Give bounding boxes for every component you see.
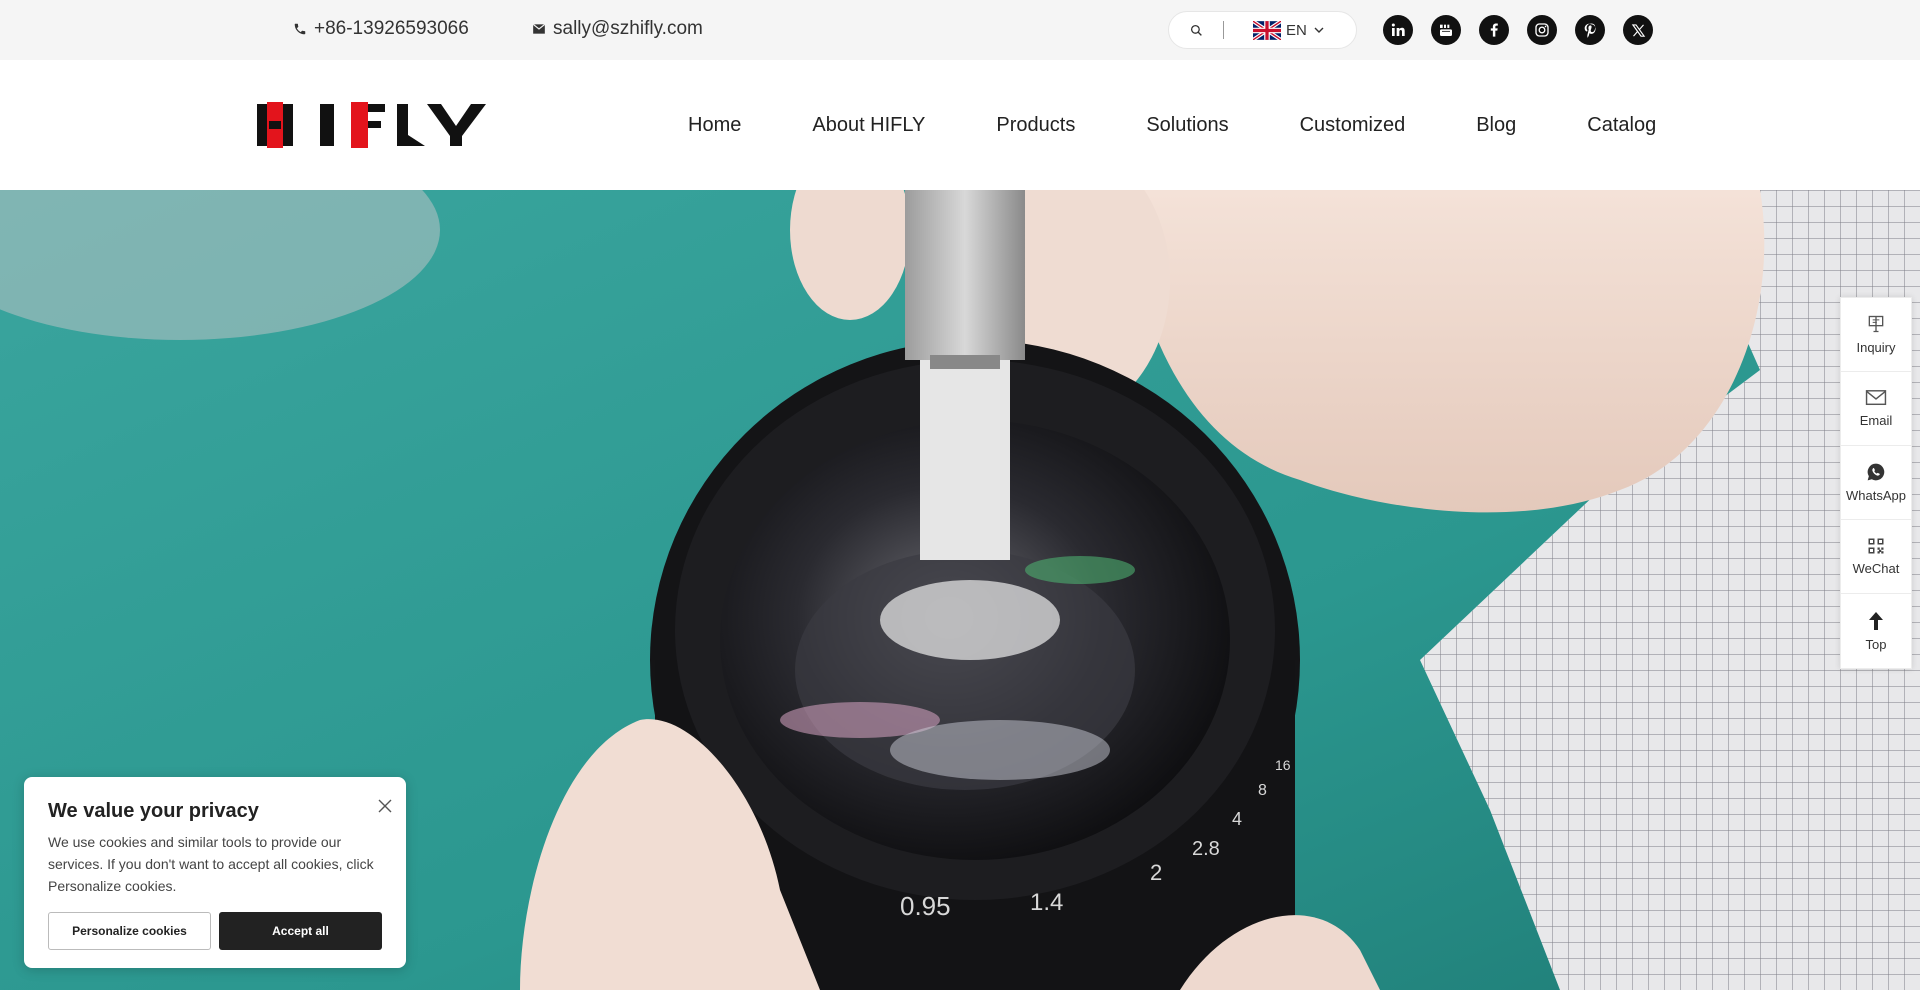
language-selector[interactable]: EN <box>1253 20 1324 40</box>
main-nav: Home About HIFLY Products Solutions Cust… <box>688 114 1656 137</box>
x-icon <box>1631 23 1645 37</box>
lens-marking: 2 <box>1150 860 1162 885</box>
uk-flag-icon <box>1253 20 1281 40</box>
whatsapp-icon <box>1867 463 1885 481</box>
search-language-box: EN <box>1168 11 1357 49</box>
top-bar: +86-13926593066 sally@szhifly.com EN <box>0 0 1920 60</box>
sidebar-label-whatsapp: WhatsApp <box>1846 488 1906 503</box>
lens-marking: 4 <box>1232 809 1242 829</box>
linkedin-icon <box>1391 23 1405 36</box>
lens-marking: 8 <box>1258 782 1267 799</box>
qrcode-icon <box>1868 538 1884 554</box>
search-icon <box>1190 24 1202 36</box>
x-link[interactable] <box>1623 15 1653 45</box>
sidebar-item-whatsapp[interactable]: WhatsApp <box>1841 446 1911 520</box>
sidebar-item-inquiry[interactable]: Inquiry <box>1841 298 1911 372</box>
email-address: sally@szhifly.com <box>553 18 703 39</box>
youtube-icon <box>1440 24 1452 36</box>
hifly-logo[interactable] <box>257 102 487 148</box>
instagram-link[interactable] <box>1527 15 1557 45</box>
sidebar-label-inquiry: Inquiry <box>1856 340 1896 355</box>
language-label: EN <box>1286 21 1307 39</box>
nav-solutions[interactable]: Solutions <box>1146 114 1228 137</box>
nav-blog[interactable]: Blog <box>1476 114 1516 137</box>
sidebar-item-wechat[interactable]: WeChat <box>1841 520 1911 594</box>
mail-icon <box>532 23 546 34</box>
facebook-link[interactable] <box>1479 15 1509 45</box>
sidebar-label-email: Email <box>1859 413 1893 428</box>
instagram-icon <box>1535 23 1549 37</box>
lens-marking: 2.8 <box>1192 838 1220 860</box>
social-links <box>1383 15 1653 45</box>
linkedin-link[interactable] <box>1383 15 1413 45</box>
nav-catalog[interactable]: Catalog <box>1587 114 1656 137</box>
close-icon[interactable] <box>376 797 394 815</box>
pinterest-link[interactable] <box>1575 15 1605 45</box>
nav-home[interactable]: Home <box>688 114 741 137</box>
chevron-down-icon <box>1314 27 1324 33</box>
arrow-up-icon <box>1869 611 1883 630</box>
phone-number: +86-13926593066 <box>314 18 469 39</box>
sidebar-label-wechat: WeChat <box>1852 561 1900 576</box>
cookie-description: We use cookies and similar tools to prov… <box>48 834 374 894</box>
nav-customized[interactable]: Customized <box>1300 114 1406 137</box>
inquiry-icon <box>1868 315 1884 333</box>
sidebar-item-email[interactable]: Email <box>1841 372 1911 446</box>
phone-contact[interactable]: +86-13926593066 <box>293 18 469 40</box>
divider <box>1223 21 1224 39</box>
cookie-consent-dialog: We value your privacy We use cookies and… <box>24 777 406 968</box>
youtube-link[interactable] <box>1431 15 1461 45</box>
cookie-title: We value your privacy <box>48 800 259 822</box>
email-contact[interactable]: sally@szhifly.com <box>532 18 703 40</box>
sidebar-item-top[interactable]: Top <box>1841 594 1911 668</box>
nav-products[interactable]: Products <box>996 114 1075 137</box>
email-icon <box>1865 390 1887 406</box>
lens-marking: 1.4 <box>1030 889 1063 916</box>
personalize-cookies-button[interactable]: Personalize cookies <box>48 912 211 950</box>
floating-sidebar: Inquiry Email WhatsApp WeChat Top <box>1840 297 1912 669</box>
sidebar-label-top: Top <box>1865 636 1887 652</box>
facebook-icon <box>1490 23 1498 37</box>
nav-about[interactable]: About HIFLY <box>812 114 925 137</box>
phone-icon <box>294 23 306 35</box>
lens-marking: 16 <box>1275 757 1291 773</box>
search-button[interactable] <box>1169 12 1223 48</box>
accept-all-button[interactable]: Accept all <box>219 912 382 950</box>
main-header: Home About HIFLY Products Solutions Cust… <box>0 60 1920 190</box>
lens-marking: 0.95 <box>900 891 951 921</box>
pinterest-icon <box>1584 23 1596 38</box>
